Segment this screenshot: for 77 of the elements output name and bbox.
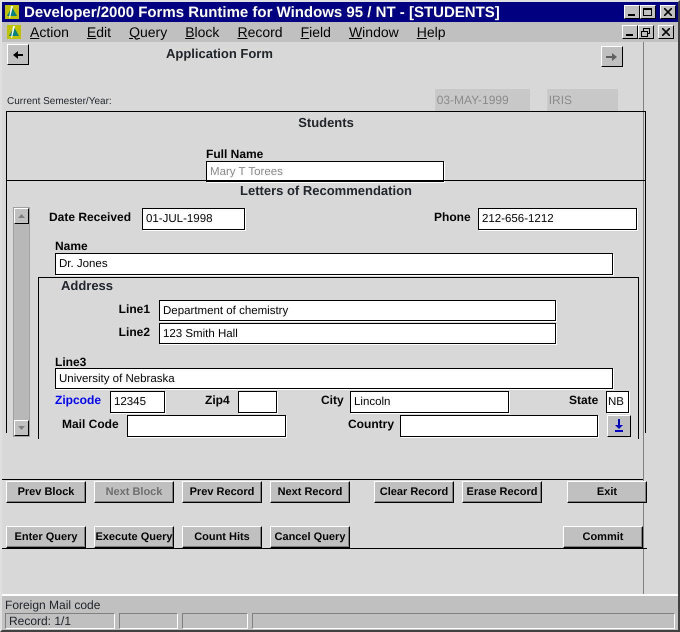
form-button[interactable]: Prev Record (182, 481, 262, 503)
menu-item[interactable]: Help (416, 22, 446, 42)
down-arrow-icon (614, 419, 624, 432)
field-label: Mail Code (62, 416, 120, 432)
field-label: Line3 (55, 356, 88, 368)
app-icon (4, 4, 20, 20)
menu-item[interactable]: Action (30, 22, 69, 42)
form-button[interactable]: Clear Record (374, 481, 454, 503)
scrollbar[interactable] (13, 206, 30, 436)
form-title: Application Form (166, 45, 273, 63)
field-label: Zip4 (205, 392, 231, 408)
phone-field[interactable]: 212-656-1212 (478, 208, 637, 230)
field-label: Country (348, 416, 395, 432)
field-label: Name (55, 238, 89, 252)
user-field: IRIS (546, 89, 618, 111)
status-message: Foreign Mail code (5, 598, 102, 612)
close-icon (664, 8, 672, 16)
menu-item[interactable]: Block (185, 22, 220, 42)
form-button[interactable]: Execute Query (94, 526, 174, 548)
restore-icon (641, 28, 651, 36)
menu-item[interactable]: Field (300, 22, 331, 42)
minimize-button[interactable] (624, 5, 640, 19)
forward-button[interactable] (601, 46, 623, 67)
field-label: Phone (434, 208, 472, 226)
name-field[interactable]: Dr. Jones (55, 252, 613, 274)
status-panel (119, 613, 178, 629)
document-icon[interactable] (6, 24, 22, 40)
close-button[interactable] (660, 5, 676, 19)
input-field[interactable]: Department of chemistry (159, 300, 556, 320)
semester-date-field: 03-MAY-1999 (434, 89, 530, 111)
field-label: Date Received (49, 208, 132, 226)
field-label: State (569, 392, 600, 408)
menu-item[interactable]: Record (237, 22, 283, 42)
field-label: Full Name (206, 148, 264, 160)
form-button[interactable]: Cancel Query (270, 526, 350, 548)
input-field[interactable]: NB (606, 390, 629, 412)
window-title: Developer/2000 Forms Runtime for Windows 95 / NT - [STUDENTS] (24, 4, 500, 20)
semester-label: Current Semester/Year: (7, 95, 112, 109)
scroll-up-icon[interactable] (14, 208, 29, 224)
maximize-icon (643, 8, 653, 16)
field-label: Line2 (118, 324, 150, 340)
input-field[interactable] (127, 414, 286, 436)
form-button[interactable]: Count Hits (182, 526, 262, 548)
record-counter: Record: 1/1 (5, 613, 115, 629)
close-button[interactable] (658, 25, 674, 39)
menu-item[interactable]: Edit (86, 22, 112, 42)
status-panel (182, 613, 248, 629)
field-label: City (321, 392, 345, 408)
list-values-button[interactable] (607, 414, 631, 436)
input-field[interactable]: 123 Smith Hall (159, 322, 556, 344)
form-button[interactable]: Enter Query (6, 526, 86, 548)
date-received-field[interactable]: 01-JUL-1998 (142, 208, 245, 230)
menu-item[interactable]: Window (348, 22, 399, 42)
restore-button[interactable] (638, 25, 654, 39)
form-button[interactable]: Exit (567, 481, 647, 503)
form-button[interactable]: Next Record (270, 481, 350, 503)
input-field[interactable] (400, 414, 598, 436)
input-field[interactable]: Lincoln (350, 390, 509, 412)
field-label: Zipcode (55, 392, 102, 408)
field-label: Line1 (118, 300, 150, 318)
input-field[interactable]: University of Nebraska (55, 368, 613, 388)
form-button[interactable]: Erase Record (462, 481, 542, 503)
back-button[interactable] (7, 44, 29, 65)
close-icon (662, 28, 670, 36)
section-title: Address (61, 278, 114, 294)
maximize-button[interactable] (640, 5, 656, 19)
right-arrow-icon (605, 52, 619, 62)
left-arrow-icon (12, 50, 24, 60)
form-button[interactable]: Prev Block (6, 481, 86, 503)
section-title: Letters of Recommendation (239, 182, 413, 200)
input-field[interactable]: 12345 (110, 390, 165, 412)
menu-item[interactable]: Query (129, 22, 168, 42)
form-button[interactable]: Commit (563, 526, 643, 548)
scroll-down-icon[interactable] (14, 420, 29, 436)
minimize-button[interactable] (622, 25, 638, 39)
input-field[interactable] (238, 390, 277, 412)
section-title: Students (297, 114, 355, 132)
